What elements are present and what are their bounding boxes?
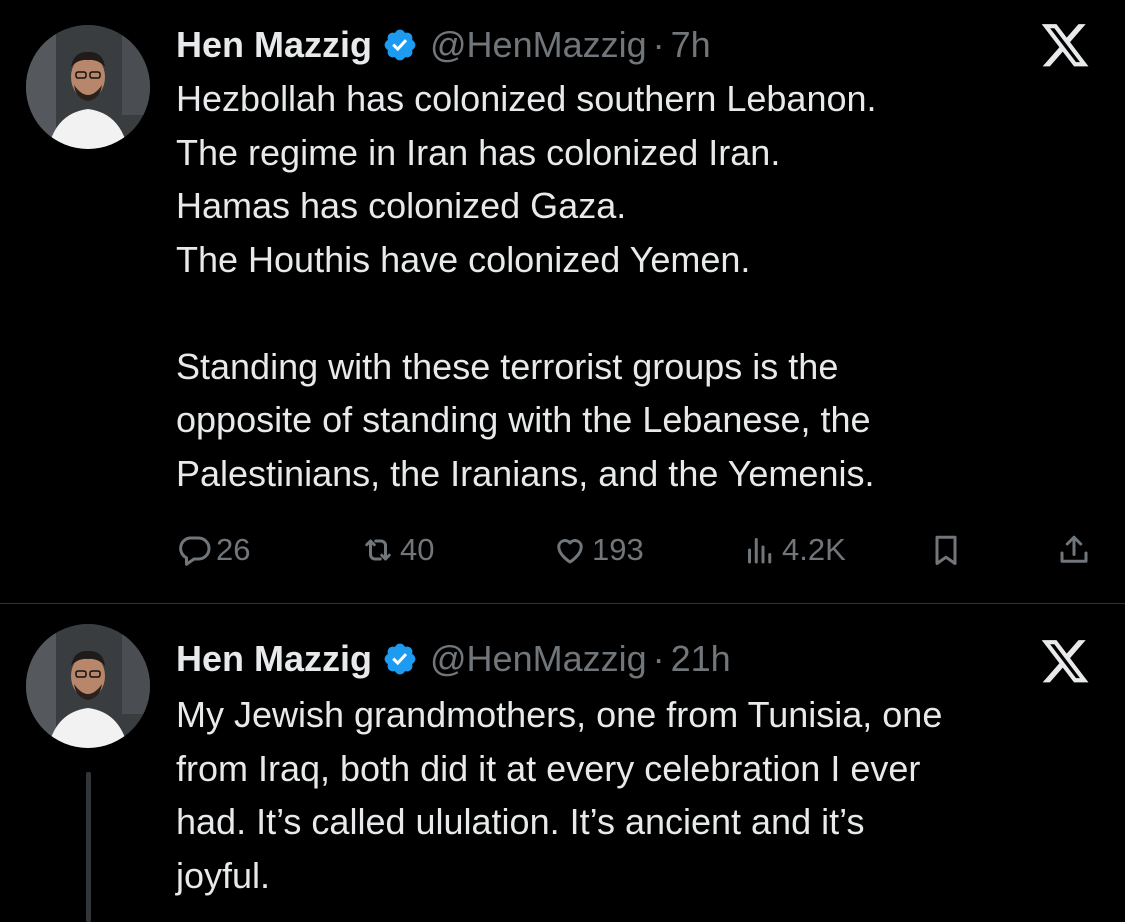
repost-icon (365, 539, 391, 561)
avatar-photo (26, 624, 150, 748)
reply-count: 26 (216, 532, 251, 567)
verified-badge-icon (382, 27, 418, 63)
views-icon (748, 538, 772, 564)
timestamp[interactable]: 21h (671, 638, 731, 680)
x-logo-icon (1041, 640, 1089, 683)
tweet[interactable]: Hen Mazzig @HenMazzig · 7h Hezbollah has… (0, 0, 1125, 604)
tweet-line-blank (176, 286, 1106, 340)
tweet-line: Palestinians, the Iranians, and the Yeme… (176, 452, 875, 494)
action-bar: 26 40 193 4.2K (176, 526, 1096, 574)
heart-icon (557, 539, 583, 564)
share-button[interactable] (1056, 526, 1092, 574)
avatar-photo (26, 25, 150, 149)
tweet-line: My Jewish grandmothers, one from Tunisia… (176, 694, 943, 735)
separator-dot: · (652, 24, 665, 65)
tweet[interactable]: Hen Mazzig @HenMazzig · 21h My Jewish gr… (0, 604, 1125, 922)
separator-dot: · (652, 638, 665, 679)
tweet-line: from Iraq, both did it at every celebrat… (176, 747, 921, 789)
tweet-line: The Houthis have colonized Yemen. (176, 238, 751, 280)
reply-icon (179, 536, 211, 566)
author-name[interactable]: Hen Mazzig (176, 24, 372, 66)
x-logo-icon (1041, 24, 1089, 67)
tweet-text: Hezbollah has colonized southern Lebanon… (176, 72, 1106, 500)
tweet-line: had. It’s called ululation. It’s ancient… (176, 801, 865, 842)
thread-connector-line (86, 772, 91, 922)
avatar[interactable] (26, 624, 150, 748)
verified-badge-icon (382, 641, 418, 677)
views-count: 4.2K (782, 532, 846, 567)
views-button[interactable]: 4.2K (742, 526, 846, 574)
bookmark-button[interactable] (928, 526, 964, 574)
author-name[interactable]: Hen Mazzig (176, 638, 372, 680)
repost-count: 40 (400, 532, 435, 567)
tweet-line: Hamas has colonized Gaza. (176, 185, 627, 226)
like-button[interactable]: 193 (552, 526, 644, 574)
like-count: 193 (592, 532, 644, 567)
tweet-line: joyful. (176, 854, 271, 896)
tweet-line: The regime in Iran has colonized Iran. (176, 131, 781, 173)
bookmark-icon (935, 535, 957, 565)
avatar[interactable] (26, 25, 150, 149)
tweet-line: Standing with these terrorist groups is … (176, 345, 839, 387)
tweet-text: My Jewish grandmothers, one from Tunisia… (176, 688, 1106, 902)
timestamp[interactable]: 7h (671, 24, 711, 66)
tweet-header: Hen Mazzig @HenMazzig · 7h (176, 22, 711, 68)
reply-button[interactable]: 26 (176, 526, 250, 574)
repost-button[interactable]: 40 (360, 526, 434, 574)
tweet-line: Hezbollah has colonized southern Lebanon… (176, 78, 877, 119)
tweet-header: Hen Mazzig @HenMazzig · 21h (176, 636, 731, 682)
share-icon (1060, 535, 1088, 563)
author-handle[interactable]: @HenMazzig (430, 24, 647, 66)
author-handle[interactable]: @HenMazzig (430, 638, 647, 680)
tweet-line: opposite of standing with the Lebanese, … (176, 399, 871, 440)
